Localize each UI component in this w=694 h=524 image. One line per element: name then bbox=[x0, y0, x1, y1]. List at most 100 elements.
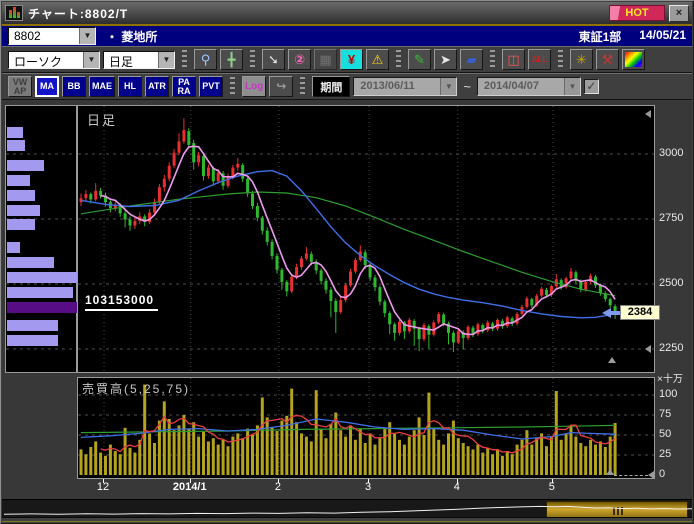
yen-icon[interactable]: ¥ bbox=[340, 49, 363, 70]
volume-by-price-bar bbox=[7, 242, 20, 253]
volume-pane-label: 売買高(5,25,75) bbox=[82, 380, 190, 397]
axis-label: 2750 bbox=[659, 212, 683, 224]
chart-region: 日足 売買高(5,25,75) 103153000 2384 3000 2750 2… bbox=[2, 100, 692, 499]
last-price-tag: 2384 bbox=[620, 305, 660, 320]
last-price-arrow-icon bbox=[602, 308, 611, 318]
eraser-icon[interactable]: ▰ bbox=[460, 49, 483, 70]
volume-marker-up-icon[interactable] bbox=[606, 469, 614, 475]
indicator-button-group: VW APMABBMAEHLATRPA RAPVT Log↪ bbox=[8, 76, 293, 97]
volume-marker-left-icon[interactable] bbox=[648, 471, 654, 479]
title-bar[interactable]: チャート:8802/T HOT × bbox=[2, 2, 692, 24]
timeframe-value: 日足 bbox=[104, 52, 158, 68]
volume-by-price-bar bbox=[7, 190, 35, 201]
pane-label: 日足 bbox=[87, 110, 117, 129]
volume-annotation: 103153000 bbox=[85, 293, 158, 311]
app-chart-icon bbox=[5, 5, 23, 21]
net-icon[interactable]: ✳ bbox=[570, 49, 593, 70]
date-to-value: 2014/04/07 bbox=[478, 78, 564, 95]
timeframe-combobox[interactable]: 日足 ▼ bbox=[103, 51, 175, 69]
chart-type-combobox[interactable]: ローソク ▼ bbox=[8, 51, 100, 69]
volume-by-price-bar bbox=[7, 127, 23, 138]
vwap-button[interactable]: VW AP bbox=[8, 76, 32, 97]
volume-by-price-bar bbox=[7, 335, 58, 346]
toolbar-grip bbox=[396, 50, 401, 70]
toolbar-grip bbox=[182, 50, 187, 70]
mae-button[interactable]: MAE bbox=[89, 76, 115, 97]
grid-icon[interactable]: ▦ bbox=[314, 49, 337, 70]
trend-down-icon[interactable]: ➘ bbox=[262, 49, 285, 70]
para-button[interactable]: PA RA bbox=[172, 76, 196, 97]
scrollbar-grip-icon bbox=[613, 507, 625, 515]
volume-by-price-bar bbox=[7, 219, 35, 230]
redo-icon-button[interactable]: ↪ bbox=[269, 76, 293, 97]
log-button[interactable]: Log bbox=[242, 76, 266, 97]
candle-width-icon[interactable]: ◫ bbox=[502, 49, 525, 70]
volume-by-price-bar bbox=[7, 140, 25, 151]
volume-by-price-bar bbox=[7, 205, 40, 216]
symbol-code-combobox[interactable]: 8802 ▼ bbox=[8, 27, 96, 45]
axis-label: 0 bbox=[659, 468, 665, 480]
price-chart-svg bbox=[78, 106, 654, 372]
price-pane[interactable] bbox=[77, 105, 655, 373]
close-icon[interactable]: × bbox=[669, 5, 689, 22]
symbol-bullet: ・ bbox=[106, 30, 118, 44]
x-axis-tick bbox=[278, 479, 279, 483]
warning-icon[interactable]: ⚠ bbox=[366, 49, 389, 70]
chevron-down-icon[interactable]: ▼ bbox=[79, 28, 95, 44]
tools-icon[interactable]: ⚒ bbox=[596, 49, 619, 70]
volume-by-price-panel bbox=[5, 105, 77, 373]
volume-zero-marker bbox=[614, 475, 648, 476]
date-label: 14/05/21 bbox=[639, 28, 686, 45]
axis-label: ×十万 bbox=[657, 370, 683, 385]
x-axis-tick bbox=[552, 479, 553, 483]
volume-by-price-bar bbox=[7, 287, 73, 298]
date-from-value: 2013/06/11 bbox=[354, 78, 440, 95]
date-from-combobox[interactable]: 2013/06/11 ▼ bbox=[353, 77, 457, 96]
ma-button[interactable]: MA bbox=[35, 76, 59, 97]
axis-label: 3000 bbox=[659, 147, 683, 159]
chevron-down-icon: ▼ bbox=[564, 78, 580, 95]
x-axis-tick bbox=[103, 479, 104, 483]
toolbar-icon-group: ⚲╋ ➘②▦¥⚠ ✎➤▰ ◫ALL ✳⚒ bbox=[178, 49, 645, 70]
symbol-bar: 8802 ▼ ・ 菱地所 東証1部 14/05/21 bbox=[2, 26, 692, 46]
scale-marker-top-icon[interactable] bbox=[645, 110, 651, 118]
toolbar-grip bbox=[230, 77, 235, 97]
chevron-down-icon[interactable]: ▼ bbox=[158, 52, 174, 68]
bb-button[interactable]: BB bbox=[62, 76, 86, 97]
atr-button[interactable]: ATR bbox=[145, 76, 169, 97]
period-checkbox[interactable]: ✓ bbox=[584, 79, 599, 94]
main-toolbar: ローソク ▼ 日足 ▼ ⚲╋ ➘②▦¥⚠ ✎➤▰ ◫ALL ✳⚒ bbox=[2, 46, 692, 73]
zoom-icon[interactable]: ⚲ bbox=[194, 49, 217, 70]
scale-marker-up-icon[interactable] bbox=[608, 357, 616, 363]
pvt-button[interactable]: PVT bbox=[199, 76, 223, 97]
date-to-combobox[interactable]: 2014/04/07 ▼ bbox=[477, 77, 581, 96]
pointer-icon[interactable]: ➤ bbox=[434, 49, 457, 70]
chart-window: チャート:8802/T HOT × 8802 ▼ ・ 菱地所 東証1部 14/0… bbox=[0, 0, 694, 524]
hl-button[interactable]: HL bbox=[118, 76, 142, 97]
volume-by-price-bar bbox=[7, 320, 58, 331]
circled-2-icon[interactable]: ② bbox=[288, 49, 311, 70]
axis-label: 100 bbox=[659, 388, 677, 400]
period-button[interactable]: 期間 bbox=[312, 76, 350, 97]
toolbar-grip bbox=[250, 50, 255, 70]
chevron-down-icon[interactable]: ▼ bbox=[83, 52, 99, 68]
x-axis-tick bbox=[457, 479, 458, 483]
horizontal-scrollbar[interactable] bbox=[2, 499, 692, 519]
indicator-bar: VW APMABBMAEHLATRPA RAPVT Log↪ 期間 2013/06… bbox=[2, 73, 692, 100]
toolbar-grip bbox=[300, 77, 305, 97]
crosshair-grid-icon[interactable]: ╋ bbox=[220, 49, 243, 70]
toolbar-grip bbox=[490, 50, 495, 70]
draw-pencil-icon[interactable]: ✎ bbox=[408, 49, 431, 70]
axis-label: 25 bbox=[659, 448, 671, 460]
last-price-arrow-stem bbox=[611, 311, 620, 315]
chevron-down-icon: ▼ bbox=[440, 78, 456, 95]
window-title: チャート:8802/T bbox=[28, 5, 128, 22]
symbol-code-value: 8802 bbox=[9, 28, 79, 44]
window-bottom-edge bbox=[2, 517, 692, 522]
palette-icon[interactable] bbox=[622, 49, 645, 70]
x-axis-tick bbox=[190, 479, 191, 483]
volume-by-price-bar bbox=[7, 272, 77, 283]
all-icon[interactable]: ALL bbox=[528, 49, 551, 70]
hot-button[interactable]: HOT bbox=[609, 5, 665, 21]
scale-marker-bottom-icon[interactable] bbox=[645, 345, 651, 353]
